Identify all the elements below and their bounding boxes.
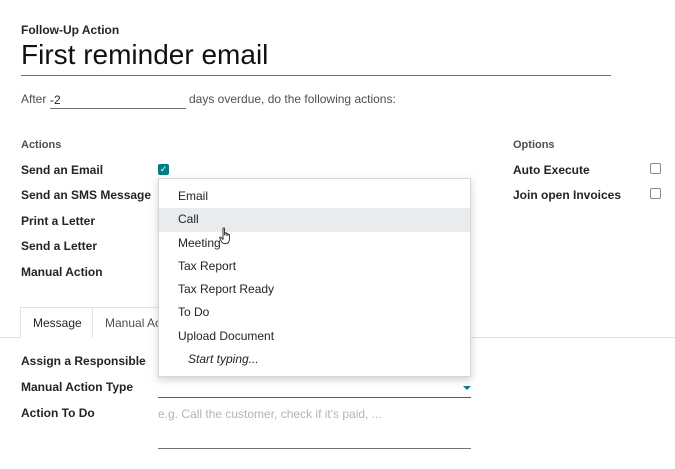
options-heading: Options [513, 139, 555, 151]
dropdown-option-upload-document[interactable]: Upload Document [159, 325, 470, 348]
check-icon: ✓ [159, 164, 168, 174]
tab-manual-action[interactable]: Manual Ac [92, 307, 163, 338]
form-eyebrow: Follow-Up Action [21, 23, 120, 37]
dropdown-option-call[interactable]: Call [159, 208, 470, 232]
action-to-do-placeholder[interactable]: e.g. Call the customer, check if it's pa… [158, 407, 382, 421]
action-to-do-label: Action To Do [21, 406, 95, 420]
dropdown-start-typing-hint: Start typing... [188, 352, 259, 367]
join-invoices-checkbox[interactable] [650, 188, 661, 199]
auto-execute-checkbox[interactable] [650, 163, 661, 174]
send-letter-label: Send a Letter [21, 239, 98, 253]
actions-heading: Actions [21, 139, 62, 151]
send-email-label: Send an Email [21, 163, 104, 177]
join-invoices-label: Join open Invoices [513, 188, 622, 202]
dropdown-option-tax-report[interactable]: Tax Report [159, 255, 470, 278]
assign-responsible-label: Assign a Responsible [21, 354, 146, 368]
manual-action-type-label: Manual Action Type [21, 380, 134, 394]
days-overdue-label: days overdue, do the following actions: [189, 92, 396, 106]
delay-days-input[interactable] [50, 88, 186, 109]
send-email-checkbox[interactable]: ✓ [158, 164, 169, 175]
action-type-dropdown[interactable]: Email Call Meeting Tax Report Tax Report… [158, 178, 471, 377]
dropdown-option-tax-report-ready[interactable]: Tax Report Ready [159, 278, 470, 301]
dropdown-option-to-do[interactable]: To Do [159, 301, 470, 324]
manual-action-label: Manual Action [21, 265, 103, 279]
send-sms-label: Send an SMS Message [21, 188, 152, 202]
page-title[interactable]: First reminder email [21, 38, 611, 76]
action-to-do-field[interactable] [158, 448, 471, 449]
print-letter-label: Print a Letter [21, 214, 96, 228]
caret-down-icon[interactable] [463, 386, 471, 390]
auto-execute-label: Auto Execute [513, 163, 590, 177]
hand-pointer-icon [219, 227, 230, 245]
manual-action-type-select[interactable] [158, 397, 471, 398]
after-label: After [21, 92, 47, 106]
dropdown-option-email[interactable]: Email [159, 185, 470, 208]
dropdown-option-meeting[interactable]: Meeting [159, 232, 470, 255]
tab-message[interactable]: Message [20, 307, 95, 338]
